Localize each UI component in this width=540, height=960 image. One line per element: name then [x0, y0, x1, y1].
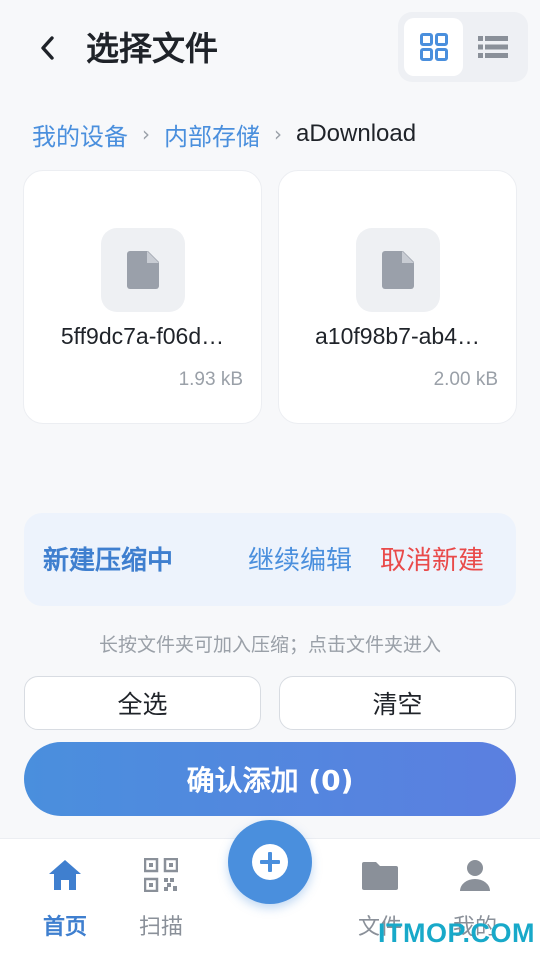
list-view-button[interactable]: [463, 18, 522, 76]
folder-icon: [360, 855, 400, 895]
continue-edit-button[interactable]: 继续编辑: [248, 540, 352, 577]
list-view-icon: [477, 36, 508, 58]
add-fab-button[interactable]: [228, 820, 312, 904]
header: 选择文件: [0, 0, 540, 100]
chevron-left-icon: [41, 36, 54, 60]
clear-button[interactable]: 清空: [279, 676, 516, 730]
banner-title: 新建压缩中: [43, 546, 174, 576]
file-size: 1.93 kB: [178, 369, 243, 390]
page-title: 选择文件: [86, 29, 218, 68]
breadcrumb-separator: ›: [142, 122, 150, 146]
file-name: 5ff9dc7a-f06d…: [60, 323, 225, 349]
breadcrumb: 我的设备 › 内部存储 › aDownload: [32, 114, 416, 154]
qr-scan-icon: [141, 855, 181, 895]
nav-item-home[interactable]: 首页: [15, 839, 115, 960]
watermark-logo: ITMOP.COM: [378, 918, 536, 948]
breadcrumb-separator: ›: [274, 122, 282, 146]
hint-text: 长按文件夹可加入压缩；点击文件夹进入: [98, 634, 441, 656]
file-size: 2.00 kB: [433, 369, 498, 390]
file-icon: [127, 251, 159, 289]
home-icon: [45, 855, 85, 895]
view-toggle: [398, 12, 528, 82]
back-button[interactable]: [30, 30, 66, 66]
plus-circle-icon: [252, 844, 288, 880]
nav-label: 首页: [42, 915, 87, 940]
file-icon: [382, 251, 414, 289]
nav-item-scan[interactable]: 扫描: [111, 839, 211, 960]
select-all-button[interactable]: 全选: [24, 676, 261, 730]
breadcrumb-item-current: aDownload: [296, 120, 417, 147]
file-name: a10f98b7-ab4…: [315, 323, 480, 349]
user-icon: [455, 855, 495, 895]
file-icon-box: [356, 228, 440, 312]
grid-view-button[interactable]: [404, 18, 463, 76]
nav-label: 扫描: [138, 915, 183, 940]
file-icon-box: [101, 228, 185, 312]
file-card[interactable]: 5ff9dc7a-f06d… 1.93 kB: [23, 170, 262, 424]
file-card[interactable]: a10f98b7-ab4… 2.00 kB: [278, 170, 517, 424]
compress-banner: 新建压缩中 继续编辑 取消新建: [24, 513, 516, 606]
breadcrumb-item-device[interactable]: 我的设备: [32, 117, 128, 152]
grid-view-icon: [419, 33, 448, 61]
breadcrumb-item-internal-storage[interactable]: 内部存储: [164, 117, 260, 152]
cancel-new-button[interactable]: 取消新建: [380, 540, 484, 577]
confirm-add-button[interactable]: 确认添加 (0): [24, 742, 516, 816]
